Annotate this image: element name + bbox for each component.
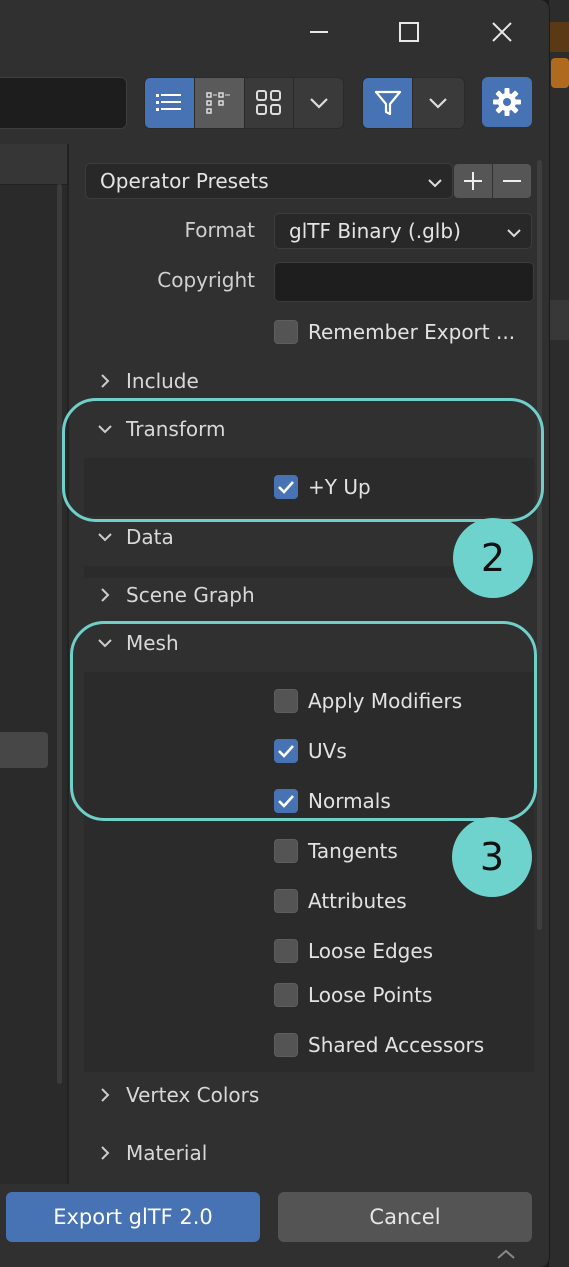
chevron-down-icon xyxy=(96,532,114,542)
display-mode-dropdown[interactable] xyxy=(294,78,343,128)
include-section-header[interactable]: Include xyxy=(96,361,199,401)
include-label: Include xyxy=(126,369,199,393)
thumbnails-icon xyxy=(255,90,281,115)
horizontal-list-button[interactable] xyxy=(194,78,245,128)
resize-grip-icon[interactable] xyxy=(494,1246,518,1260)
loose-points-label: Loose Points xyxy=(308,983,433,1007)
annotation-badge-3: 3 xyxy=(452,817,532,897)
loose-points-checkbox[interactable] xyxy=(274,983,298,1007)
shared-accessors-checkbox[interactable] xyxy=(274,1033,298,1057)
close-icon xyxy=(492,22,512,42)
chevron-right-icon xyxy=(96,1145,114,1161)
scene-graph-label: Scene Graph xyxy=(126,583,255,607)
file-list-scrollbar[interactable] xyxy=(57,184,62,1084)
material-label: Material xyxy=(126,1141,208,1165)
attributes-label: Attributes xyxy=(308,889,407,913)
vertical-list-icon xyxy=(156,94,182,111)
background-app-icon xyxy=(551,58,569,88)
cancel-button[interactable]: Cancel xyxy=(278,1192,532,1242)
vertex-colors-section-header[interactable]: Vertex Colors xyxy=(96,1075,259,1115)
maximize-button[interactable] xyxy=(386,10,432,54)
maximize-icon xyxy=(399,22,419,42)
background-app-header xyxy=(549,22,569,52)
format-dropdown[interactable]: glTF Binary (.glb) xyxy=(274,213,532,249)
chevron-down-icon xyxy=(507,219,521,243)
export-button-label: Export glTF 2.0 xyxy=(53,1205,213,1229)
filter-toggle-button[interactable] xyxy=(363,78,413,128)
dialog-footer: Export glTF 2.0 Cancel xyxy=(0,1184,549,1267)
title-bar xyxy=(0,0,549,64)
display-mode-group xyxy=(144,77,344,129)
scene-graph-section-header[interactable]: Scene Graph xyxy=(96,575,255,615)
file-list[interactable] xyxy=(0,144,67,1184)
gear-icon xyxy=(493,88,521,116)
export-button[interactable]: Export glTF 2.0 xyxy=(6,1192,260,1242)
shared-accessors-label: Shared Accessors xyxy=(308,1033,485,1057)
close-button[interactable] xyxy=(479,10,525,54)
filter-dropdown[interactable] xyxy=(413,78,462,128)
chevron-right-icon xyxy=(96,587,114,603)
filter-group xyxy=(362,77,465,129)
attributes-option[interactable]: Attributes xyxy=(274,886,407,916)
plus-icon xyxy=(464,172,482,190)
file-list-selected-row[interactable] xyxy=(0,732,48,768)
chevron-down-icon xyxy=(309,98,328,109)
material-section-header[interactable]: Material xyxy=(96,1133,207,1173)
remove-preset-button[interactable] xyxy=(493,164,531,198)
file-browser-toolbar xyxy=(0,64,549,144)
attributes-checkbox[interactable] xyxy=(274,889,298,913)
loose-edges-label: Loose Edges xyxy=(308,939,434,963)
chevron-right-icon xyxy=(96,373,114,389)
shared-accessors-option[interactable]: Shared Accessors xyxy=(274,1030,484,1060)
loose-points-option[interactable]: Loose Points xyxy=(274,980,432,1010)
vertex-colors-label: Vertex Colors xyxy=(126,1083,260,1107)
settings-button[interactable] xyxy=(482,77,532,127)
filter-icon xyxy=(374,90,401,116)
minimize-icon xyxy=(310,31,328,33)
tangents-label: Tangents xyxy=(308,839,398,863)
annotation-badge-2: 2 xyxy=(453,518,533,598)
loose-edges-checkbox[interactable] xyxy=(274,939,298,963)
background-app xyxy=(549,0,569,1267)
tangents-option[interactable]: Tangents xyxy=(274,836,398,866)
format-value: glTF Binary (.glb) xyxy=(289,219,461,243)
directory-path-field[interactable] xyxy=(0,77,127,129)
settings-scrollbar[interactable] xyxy=(537,160,542,930)
chevron-down-icon xyxy=(428,98,447,109)
background-app-field xyxy=(549,300,569,340)
operator-presets-dropdown[interactable]: Operator Presets xyxy=(85,163,453,199)
format-label: Format xyxy=(184,218,255,242)
remember-export-checkbox[interactable] xyxy=(274,320,298,344)
remember-export-option[interactable]: Remember Export ... xyxy=(274,317,515,347)
file-list-header xyxy=(0,144,67,185)
remember-export-label: Remember Export ... xyxy=(308,320,516,344)
horizontal-list-icon xyxy=(206,92,231,114)
annotation-box-transform xyxy=(62,398,544,522)
minus-icon xyxy=(503,180,521,182)
tangents-checkbox[interactable] xyxy=(274,839,298,863)
annotation-box-mesh xyxy=(70,621,537,821)
data-section-header[interactable]: Data xyxy=(96,517,174,557)
chevron-down-icon xyxy=(428,169,442,193)
minimize-button[interactable] xyxy=(296,10,342,54)
copyright-label: Copyright xyxy=(157,268,255,292)
cancel-button-label: Cancel xyxy=(369,1205,441,1229)
chevron-right-icon xyxy=(96,1087,114,1103)
data-label: Data xyxy=(126,525,174,549)
vertical-list-button[interactable] xyxy=(145,78,195,128)
thumbnails-button[interactable] xyxy=(245,78,295,128)
operator-presets-label: Operator Presets xyxy=(100,169,269,193)
export-dialog: Operator Presets Format glTF Binary (.gl… xyxy=(0,0,550,1267)
loose-edges-option[interactable]: Loose Edges xyxy=(274,936,433,966)
add-preset-button[interactable] xyxy=(454,164,492,198)
copyright-input[interactable] xyxy=(274,262,534,302)
